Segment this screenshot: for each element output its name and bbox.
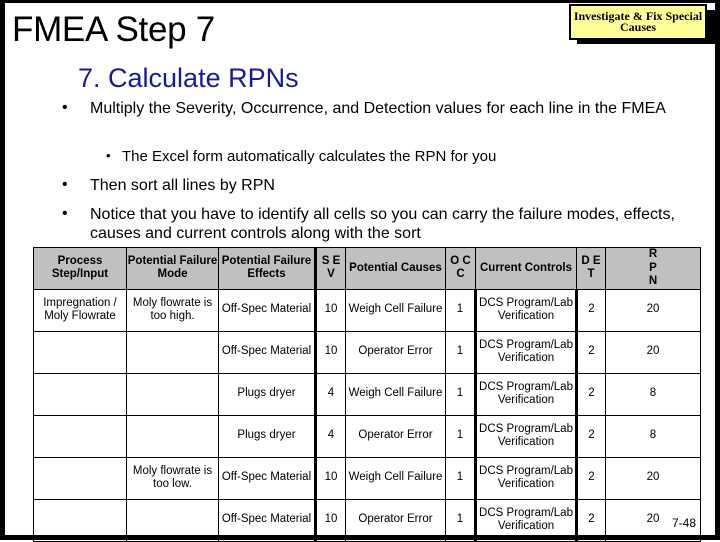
cell-rpn: 8 <box>605 414 701 458</box>
sub-bullet-item: The Excel form automatically calculates … <box>122 148 497 165</box>
cell-process-step <box>33 372 127 416</box>
sub-bullet-icon: • <box>106 148 111 163</box>
header-process-step: Process Step/Input <box>33 247 127 290</box>
section-badge-label: Investigate & Fix Special Causes <box>573 9 703 34</box>
cell-failure-effects: Off-Spec Material <box>218 456 316 500</box>
cell-failure-mode <box>126 414 219 458</box>
cell-det: 2 <box>576 288 606 332</box>
cell-controls: DCS Program/Lab Verification <box>474 372 578 416</box>
header-det: D E T <box>576 247 606 290</box>
table-row: Impregnation / Moly Flowrate Moly flowra… <box>33 288 701 332</box>
cell-controls: DCS Program/Lab Verification <box>474 288 578 332</box>
cell-det: 2 <box>576 372 606 416</box>
cell-det: 2 <box>576 498 606 542</box>
table-row: Moly flowrate is too low. Off-Spec Mater… <box>33 456 701 500</box>
bullet-icon: • <box>62 205 68 222</box>
cell-rpn: 8 <box>605 372 701 416</box>
cell-occ: 1 <box>445 414 476 458</box>
cell-failure-mode <box>126 330 219 374</box>
header-controls: Current Controls <box>475 247 577 290</box>
header-sev: S E V <box>314 247 346 290</box>
cell-failure-effects: Off-Spec Material <box>218 498 316 542</box>
cell-failure-effects: Plugs dryer <box>218 414 316 458</box>
cell-controls: DCS Program/Lab Verification <box>474 498 578 542</box>
cell-failure-mode <box>126 372 219 416</box>
cell-failure-mode: Moly flowrate is too high. <box>126 288 219 332</box>
step-subtitle: 7. Calculate RPNs <box>78 63 299 93</box>
table-row: Plugs dryer 4 Operator Error 1 DCS Progr… <box>33 414 701 458</box>
table-row: Off-Spec Material 10 Operator Error 1 DC… <box>33 330 701 374</box>
cell-rpn: 20 <box>605 288 701 332</box>
cell-occ: 1 <box>445 456 476 500</box>
bullet-item: Notice that you have to identify all cel… <box>90 206 675 242</box>
cell-sev: 4 <box>314 414 346 458</box>
cell-occ: 1 <box>445 498 476 542</box>
cell-process-step: Impregnation / Moly Flowrate <box>33 288 127 332</box>
header-failure-mode: Potential Failure Mode <box>126 247 219 290</box>
cell-causes: Operator Error <box>345 330 446 374</box>
cell-failure-mode <box>126 498 219 542</box>
table-row: Plugs dryer 4 Weigh Cell Failure 1 DCS P… <box>33 372 701 416</box>
cell-causes: Weigh Cell Failure <box>345 288 446 332</box>
cell-controls: DCS Program/Lab Verification <box>474 456 578 500</box>
page-number: 7-48 <box>672 516 697 530</box>
fmea-table: Process Step/Input Potential Failure Mod… <box>33 247 701 542</box>
cell-failure-mode: Moly flowrate is too low. <box>126 456 219 500</box>
cell-causes: Weigh Cell Failure <box>345 456 446 500</box>
cell-occ: 1 <box>445 330 476 374</box>
cell-process-step <box>33 330 127 374</box>
cell-causes: Operator Error <box>345 414 446 458</box>
cell-rpn: 20 <box>605 330 701 374</box>
table-row: Off-Spec Material 10 Operator Error 1 DC… <box>33 498 701 542</box>
cell-sev: 10 <box>314 456 346 500</box>
cell-sev: 10 <box>314 288 346 332</box>
header-causes: Potential Causes <box>345 247 446 290</box>
cell-process-step <box>33 414 127 458</box>
header-failure-effects: Potential Failure Effects <box>218 247 316 290</box>
cell-sev: 10 <box>314 498 346 542</box>
cell-occ: 1 <box>445 372 476 416</box>
cell-det: 2 <box>576 414 606 458</box>
bullet-icon: • <box>62 176 68 193</box>
cell-causes: Operator Error <box>345 498 446 542</box>
bullet-icon: • <box>62 99 68 116</box>
header-occ: O C C <box>445 247 476 290</box>
cell-controls: DCS Program/Lab Verification <box>474 330 578 374</box>
cell-controls: DCS Program/Lab Verification <box>474 414 578 458</box>
cell-process-step <box>33 498 127 542</box>
cell-rpn: 20 <box>605 456 701 500</box>
table-header-row: Process Step/Input Potential Failure Mod… <box>33 247 701 290</box>
header-rpn: R P N <box>605 247 701 290</box>
cell-det: 2 <box>576 456 606 500</box>
cell-sev: 10 <box>314 330 346 374</box>
cell-occ: 1 <box>445 288 476 332</box>
cell-sev: 4 <box>314 372 346 416</box>
cell-det: 2 <box>576 330 606 374</box>
bullet-item: Then sort all lines by RPN <box>90 177 275 194</box>
cell-failure-effects: Off-Spec Material <box>218 288 316 332</box>
cell-failure-effects: Plugs dryer <box>218 372 316 416</box>
bullet-item: Multiply the Severity, Occurrence, and D… <box>90 100 666 117</box>
section-badge: Investigate & Fix Special Causes <box>569 4 707 40</box>
cell-causes: Weigh Cell Failure <box>345 372 446 416</box>
slide-title: FMEA Step 7 <box>12 10 215 49</box>
cell-failure-effects: Off-Spec Material <box>218 330 316 374</box>
cell-process-step <box>33 456 127 500</box>
